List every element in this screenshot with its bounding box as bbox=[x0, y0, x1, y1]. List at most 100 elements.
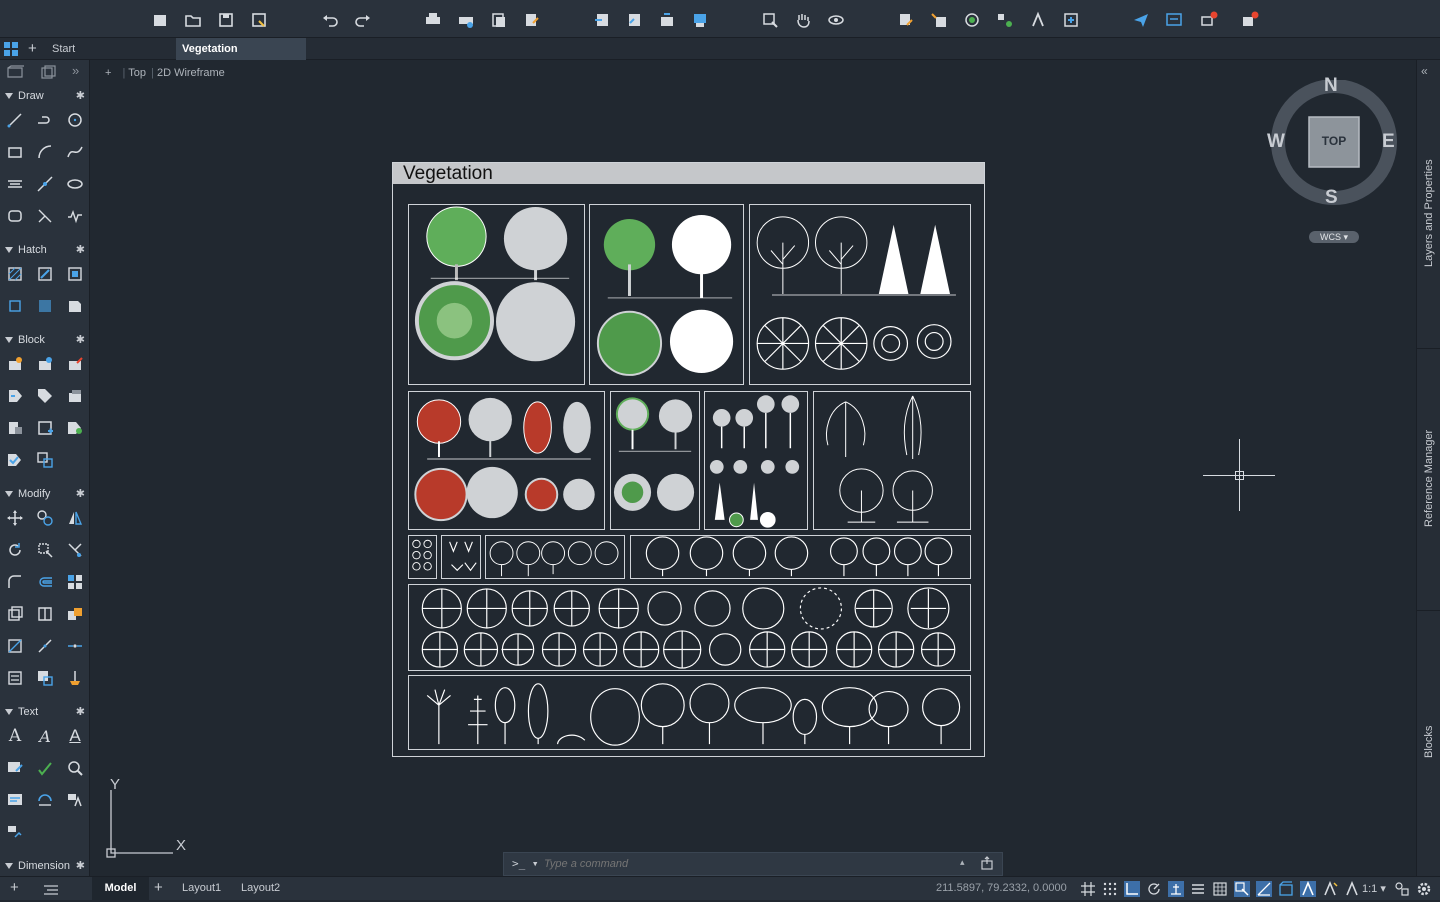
lineweight-icon[interactable] bbox=[1190, 881, 1206, 897]
view-label[interactable]: Top bbox=[128, 67, 146, 79]
rotate-icon[interactable] bbox=[4, 539, 26, 561]
block-green-trees[interactable] bbox=[408, 204, 585, 385]
block-red-trees[interactable] bbox=[408, 391, 605, 530]
snap-icon[interactable] bbox=[1102, 881, 1118, 897]
collapse-icon[interactable]: « bbox=[1421, 64, 1428, 78]
notification-icon[interactable] bbox=[1199, 10, 1219, 30]
offset-icon[interactable] bbox=[34, 571, 56, 593]
section-modify[interactable]: Modify ✱ bbox=[0, 485, 90, 503]
mtext-icon[interactable]: A bbox=[4, 725, 26, 747]
manage-attributes-icon[interactable] bbox=[64, 385, 86, 407]
extend-icon[interactable] bbox=[4, 635, 26, 657]
compass-e[interactable]: E bbox=[1382, 131, 1395, 153]
trim-icon[interactable] bbox=[64, 539, 86, 561]
command-history-icon[interactable]: ▴ bbox=[960, 857, 965, 868]
revcloud-icon[interactable] bbox=[64, 205, 86, 227]
export-icon[interactable] bbox=[522, 10, 542, 30]
single-text-icon[interactable]: A bbox=[34, 725, 56, 747]
ray-icon[interactable] bbox=[34, 205, 56, 227]
tab-reference-manager[interactable]: Reference Manager bbox=[1417, 420, 1440, 536]
selection-cycling-icon[interactable] bbox=[1234, 881, 1250, 897]
insert-block-icon[interactable] bbox=[4, 353, 26, 375]
ortho-icon[interactable] bbox=[1124, 881, 1140, 897]
wcs-menu[interactable]: WCS ▾ bbox=[1309, 231, 1359, 243]
text-justify-icon[interactable] bbox=[34, 789, 56, 811]
section-text[interactable]: Text ✱ bbox=[0, 703, 90, 721]
boundary-icon[interactable] bbox=[64, 263, 86, 285]
zoom-window-icon[interactable] bbox=[760, 10, 780, 30]
circle-icon[interactable] bbox=[64, 109, 86, 131]
new-file-icon[interactable] bbox=[150, 10, 170, 30]
text-style-icon[interactable]: A bbox=[64, 725, 86, 747]
layout-list-icon[interactable] bbox=[44, 883, 58, 895]
plot-icon[interactable] bbox=[423, 10, 443, 30]
dynamic-ucs-icon[interactable] bbox=[1256, 881, 1272, 897]
gear-icon[interactable]: ✱ bbox=[76, 857, 85, 875]
tab-layers-properties[interactable]: Layers and Properties bbox=[1417, 148, 1440, 278]
share-command-icon[interactable] bbox=[980, 856, 994, 870]
share-icon[interactable] bbox=[657, 10, 677, 30]
import-icon[interactable] bbox=[592, 10, 612, 30]
construction-line-icon[interactable] bbox=[34, 173, 56, 195]
block-plan-symbols[interactable] bbox=[408, 584, 971, 671]
grid-menu-icon[interactable] bbox=[4, 42, 18, 56]
attribute-icon[interactable] bbox=[1028, 10, 1048, 30]
move-icon[interactable] bbox=[4, 507, 26, 529]
transmit-icon[interactable] bbox=[690, 10, 710, 30]
polyline-icon[interactable] bbox=[34, 109, 56, 131]
region-tool-icon[interactable] bbox=[4, 295, 26, 317]
attach-icon[interactable] bbox=[624, 10, 644, 30]
command-prompt-icon[interactable]: >_ ▾ bbox=[512, 857, 539, 870]
panel-layout-icon[interactable] bbox=[6, 65, 25, 79]
line-icon[interactable] bbox=[4, 109, 26, 131]
section-dimension[interactable]: Dimension ✱ bbox=[0, 857, 90, 875]
scale-icon[interactable] bbox=[34, 603, 56, 625]
gear-icon[interactable]: ✱ bbox=[76, 331, 85, 349]
block-outline-trees[interactable] bbox=[749, 204, 971, 385]
spell-check-icon[interactable] bbox=[34, 757, 56, 779]
compass-w[interactable]: W bbox=[1267, 131, 1285, 153]
hatch-icon[interactable] bbox=[4, 263, 26, 285]
undo-icon[interactable] bbox=[320, 10, 340, 30]
tab-model[interactable]: Model bbox=[92, 877, 149, 900]
command-input[interactable] bbox=[542, 855, 952, 873]
transparency-icon[interactable] bbox=[1212, 881, 1228, 897]
save-as-icon[interactable] bbox=[249, 10, 269, 30]
expand-icon[interactable]: » bbox=[72, 63, 79, 78]
wipeout-icon[interactable] bbox=[34, 295, 56, 317]
section-hatch[interactable]: Hatch ✱ bbox=[0, 241, 90, 259]
annotation-scale-icon[interactable] bbox=[1344, 880, 1360, 897]
screen-icon[interactable] bbox=[1164, 10, 1184, 30]
erase-icon[interactable] bbox=[64, 667, 86, 689]
new-layout-icon[interactable]: + bbox=[154, 879, 163, 896]
tab-blocks[interactable]: Blocks bbox=[1417, 720, 1440, 764]
section-draw[interactable]: Draw ✱ bbox=[0, 87, 90, 105]
text-edit-icon[interactable] bbox=[4, 757, 26, 779]
block-willow-trees[interactable] bbox=[813, 391, 971, 530]
properties-icon[interactable] bbox=[4, 667, 26, 689]
viewcube[interactable]: N S E W TOP bbox=[1267, 75, 1400, 210]
apps-icon[interactable] bbox=[1240, 10, 1260, 30]
viewport-controls[interactable]: + | Top | 2D Wireframe bbox=[105, 67, 225, 79]
match-properties-icon[interactable] bbox=[896, 10, 916, 30]
new-tab-icon[interactable]: + bbox=[28, 40, 37, 57]
image-icon[interactable] bbox=[64, 295, 86, 317]
blocks-palette-icon[interactable] bbox=[995, 10, 1015, 30]
break-icon[interactable] bbox=[34, 635, 56, 657]
pan-icon[interactable] bbox=[793, 10, 813, 30]
region-icon[interactable] bbox=[4, 205, 26, 227]
scale-selector[interactable]: 1:1 ▾ bbox=[1362, 882, 1386, 895]
viewcube-face-top[interactable]: TOP bbox=[1309, 134, 1359, 148]
section-block[interactable]: Block ✱ bbox=[0, 331, 90, 349]
attribute-edit-icon[interactable] bbox=[4, 449, 26, 471]
edit-block-icon[interactable] bbox=[64, 353, 86, 375]
find-text-icon[interactable] bbox=[64, 757, 86, 779]
block-editor-icon[interactable] bbox=[4, 417, 26, 439]
open-icon[interactable] bbox=[183, 10, 203, 30]
block-small-palms[interactable] bbox=[485, 535, 625, 579]
block-tiny-b[interactable] bbox=[441, 535, 481, 579]
tab-start[interactable]: Start bbox=[46, 38, 176, 60]
block-green-white-trees[interactable] bbox=[589, 204, 744, 385]
settings-gear-icon[interactable] bbox=[1416, 881, 1432, 897]
panel-copy-icon[interactable] bbox=[40, 65, 58, 79]
